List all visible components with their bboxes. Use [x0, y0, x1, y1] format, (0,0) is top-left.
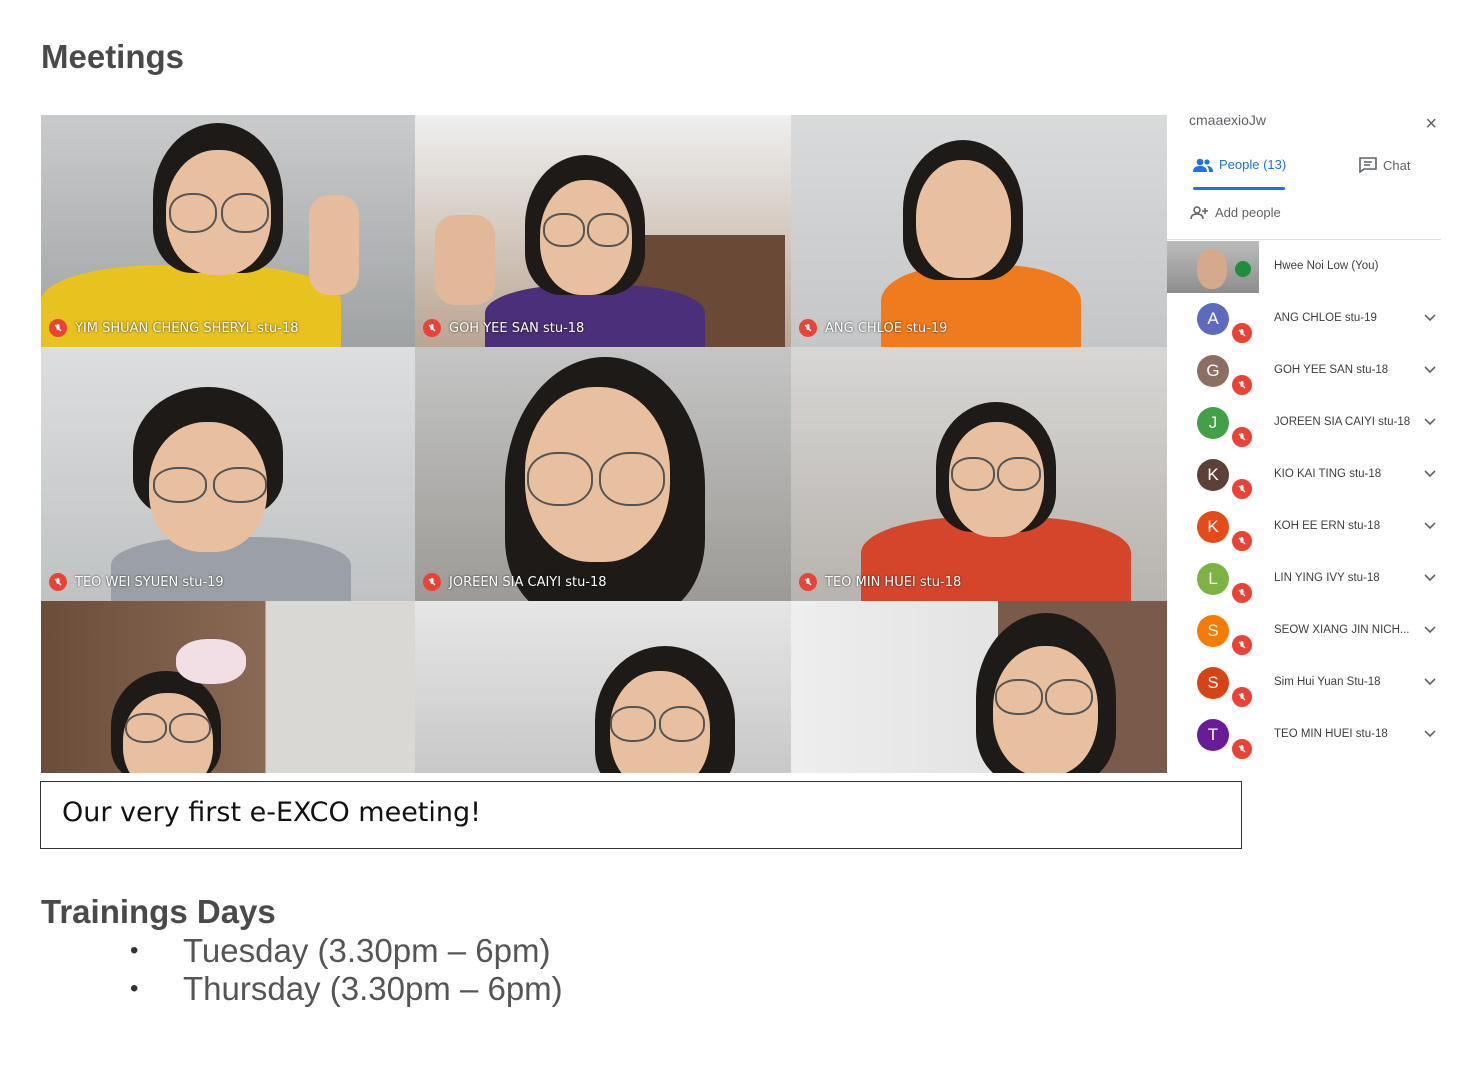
muted-mic-icon	[1230, 581, 1254, 605]
participant-name: TEO MIN HUEI stu-18	[1274, 728, 1388, 740]
video-tile[interactable]: TEO MIN HUEI stu-18	[791, 347, 1167, 601]
caption-text: Our very first e-EXCO meeting!	[62, 797, 481, 828]
chevron-down-icon[interactable]	[1423, 674, 1437, 688]
participant-self[interactable]: Hwee Noi Low (You)	[1167, 241, 1441, 293]
video-tile[interactable]	[415, 601, 791, 773]
chevron-down-icon[interactable]	[1423, 570, 1437, 584]
participant-name: Sim Hui Yuan Stu-18	[1274, 676, 1381, 688]
muted-mic-icon	[1230, 737, 1254, 761]
add-people-button[interactable]: Add people	[1189, 205, 1281, 220]
video-tile[interactable]: YIM SHUAN CHENG SHERYL stu-18	[41, 115, 415, 347]
participant-name: Hwee Noi Low (You)	[1274, 260, 1379, 272]
audio-level-icon	[1235, 261, 1251, 277]
avatar: S	[1197, 615, 1229, 647]
participant-name: LIN YING IVY stu-18	[1274, 572, 1380, 584]
tile-name: TEO MIN HUEI stu-18	[825, 574, 962, 590]
chevron-down-icon[interactable]	[1423, 414, 1437, 428]
video-tile[interactable]	[791, 601, 1167, 773]
participant-row[interactable]: S SEOW XIANG JIN NICH...	[1167, 605, 1441, 657]
participant-row[interactable]: T TEO MIN HUEI stu-18	[1167, 709, 1441, 761]
chevron-down-icon[interactable]	[1423, 518, 1437, 532]
participant-row[interactable]: A ANG CHLOE stu-19	[1167, 293, 1441, 345]
chevron-down-icon[interactable]	[1423, 362, 1437, 376]
page-heading: Meetings	[41, 38, 185, 75]
close-icon[interactable]: ×	[1425, 113, 1437, 136]
video-grid: YIM SHUAN CHENG SHERYL stu-18 GOH YEE SA…	[41, 115, 1167, 773]
video-tile[interactable]: ANG CHLOE stu-19	[791, 115, 1167, 347]
participant-name: SEOW XIANG JIN NICH...	[1274, 624, 1410, 636]
tile-name: TEO WEI SYUEN stu-19	[75, 574, 224, 590]
participant-name: GOH YEE SAN stu-18	[1274, 364, 1389, 376]
chevron-down-icon[interactable]	[1423, 726, 1437, 740]
muted-mic-icon	[1230, 477, 1254, 501]
meeting-code: cmaaexioJw	[1189, 112, 1267, 128]
add-person-icon	[1190, 205, 1208, 219]
avatar: K	[1197, 459, 1229, 491]
participant-row[interactable]: K KOH EE ERN stu-18	[1167, 501, 1441, 553]
caption-box: Our very first e-EXCO meeting!	[40, 781, 1242, 849]
add-people-label: Add people	[1215, 205, 1281, 220]
tab-people[interactable]: People (13)	[1193, 157, 1286, 172]
muted-mic-icon	[1230, 373, 1254, 397]
chevron-down-icon[interactable]	[1423, 466, 1437, 480]
video-tile[interactable]	[41, 601, 415, 773]
video-tile[interactable]: JOREEN SIA CAIYI stu-18	[415, 347, 791, 601]
participant-name: KOH EE ERN stu-18	[1274, 520, 1381, 532]
participant-name: ANG CHLOE stu-19	[1274, 312, 1377, 324]
avatar: K	[1197, 511, 1229, 543]
chat-icon	[1359, 157, 1377, 173]
meeting-screenshot: YIM SHUAN CHENG SHERYL stu-18 GOH YEE SA…	[41, 112, 1441, 773]
video-tile[interactable]: GOH YEE SAN stu-18	[415, 115, 791, 347]
trainings-heading: Trainings Days	[41, 893, 276, 930]
participant-row[interactable]: L LIN YING IVY stu-18	[1167, 553, 1441, 605]
people-panel: cmaaexioJw × People (13) Chat Add people…	[1167, 112, 1441, 773]
muted-mic-icon	[1230, 685, 1254, 709]
muted-mic-icon	[49, 573, 67, 591]
participant-row[interactable]: J JOREEN SIA CAIYI stu-18	[1167, 397, 1441, 449]
avatar: S	[1197, 667, 1229, 699]
training-days-list: Tuesday (3.30pm – 6pm) Thursday (3.30pm …	[130, 932, 563, 1008]
participant-row[interactable]: S Sim Hui Yuan Stu-18	[1167, 657, 1441, 709]
tile-name: JOREEN SIA CAIYI stu-18	[449, 574, 607, 590]
participant-name: JOREEN SIA CAIYI stu-18	[1274, 416, 1411, 428]
muted-mic-icon	[423, 319, 441, 337]
tab-chat-label: Chat	[1383, 157, 1411, 173]
muted-mic-icon	[1230, 321, 1254, 345]
chevron-down-icon[interactable]	[1423, 622, 1437, 636]
avatar: G	[1197, 355, 1229, 387]
people-icon	[1193, 158, 1213, 172]
muted-mic-icon	[1230, 529, 1254, 553]
video-tile[interactable]: TEO WEI SYUEN stu-19	[41, 347, 415, 601]
muted-mic-icon	[1230, 633, 1254, 657]
chevron-down-icon[interactable]	[1423, 310, 1437, 324]
training-day-item: Thursday (3.30pm – 6pm)	[130, 970, 563, 1008]
training-day-item: Tuesday (3.30pm – 6pm)	[130, 932, 563, 970]
divider	[1167, 239, 1441, 240]
avatar: A	[1197, 303, 1229, 335]
self-video-thumbnail	[1167, 241, 1259, 293]
avatar: J	[1197, 407, 1229, 439]
tab-chat[interactable]: Chat	[1359, 157, 1410, 173]
tile-name: ANG CHLOE stu-19	[825, 320, 948, 336]
muted-mic-icon	[799, 319, 817, 337]
muted-mic-icon	[799, 573, 817, 591]
tile-name: GOH YEE SAN stu-18	[449, 320, 585, 336]
muted-mic-icon	[49, 319, 67, 337]
tile-name: YIM SHUAN CHENG SHERYL stu-18	[75, 320, 299, 336]
avatar: T	[1197, 719, 1229, 751]
participant-row[interactable]: K KIO KAI TING stu-18	[1167, 449, 1441, 501]
participant-row[interactable]: G GOH YEE SAN stu-18	[1167, 345, 1441, 397]
muted-mic-icon	[423, 573, 441, 591]
participant-name: KIO KAI TING stu-18	[1274, 468, 1382, 480]
avatar: L	[1197, 563, 1229, 595]
muted-mic-icon	[1230, 425, 1254, 449]
tab-people-label: People (13)	[1219, 157, 1287, 172]
active-tab-indicator	[1193, 187, 1285, 190]
